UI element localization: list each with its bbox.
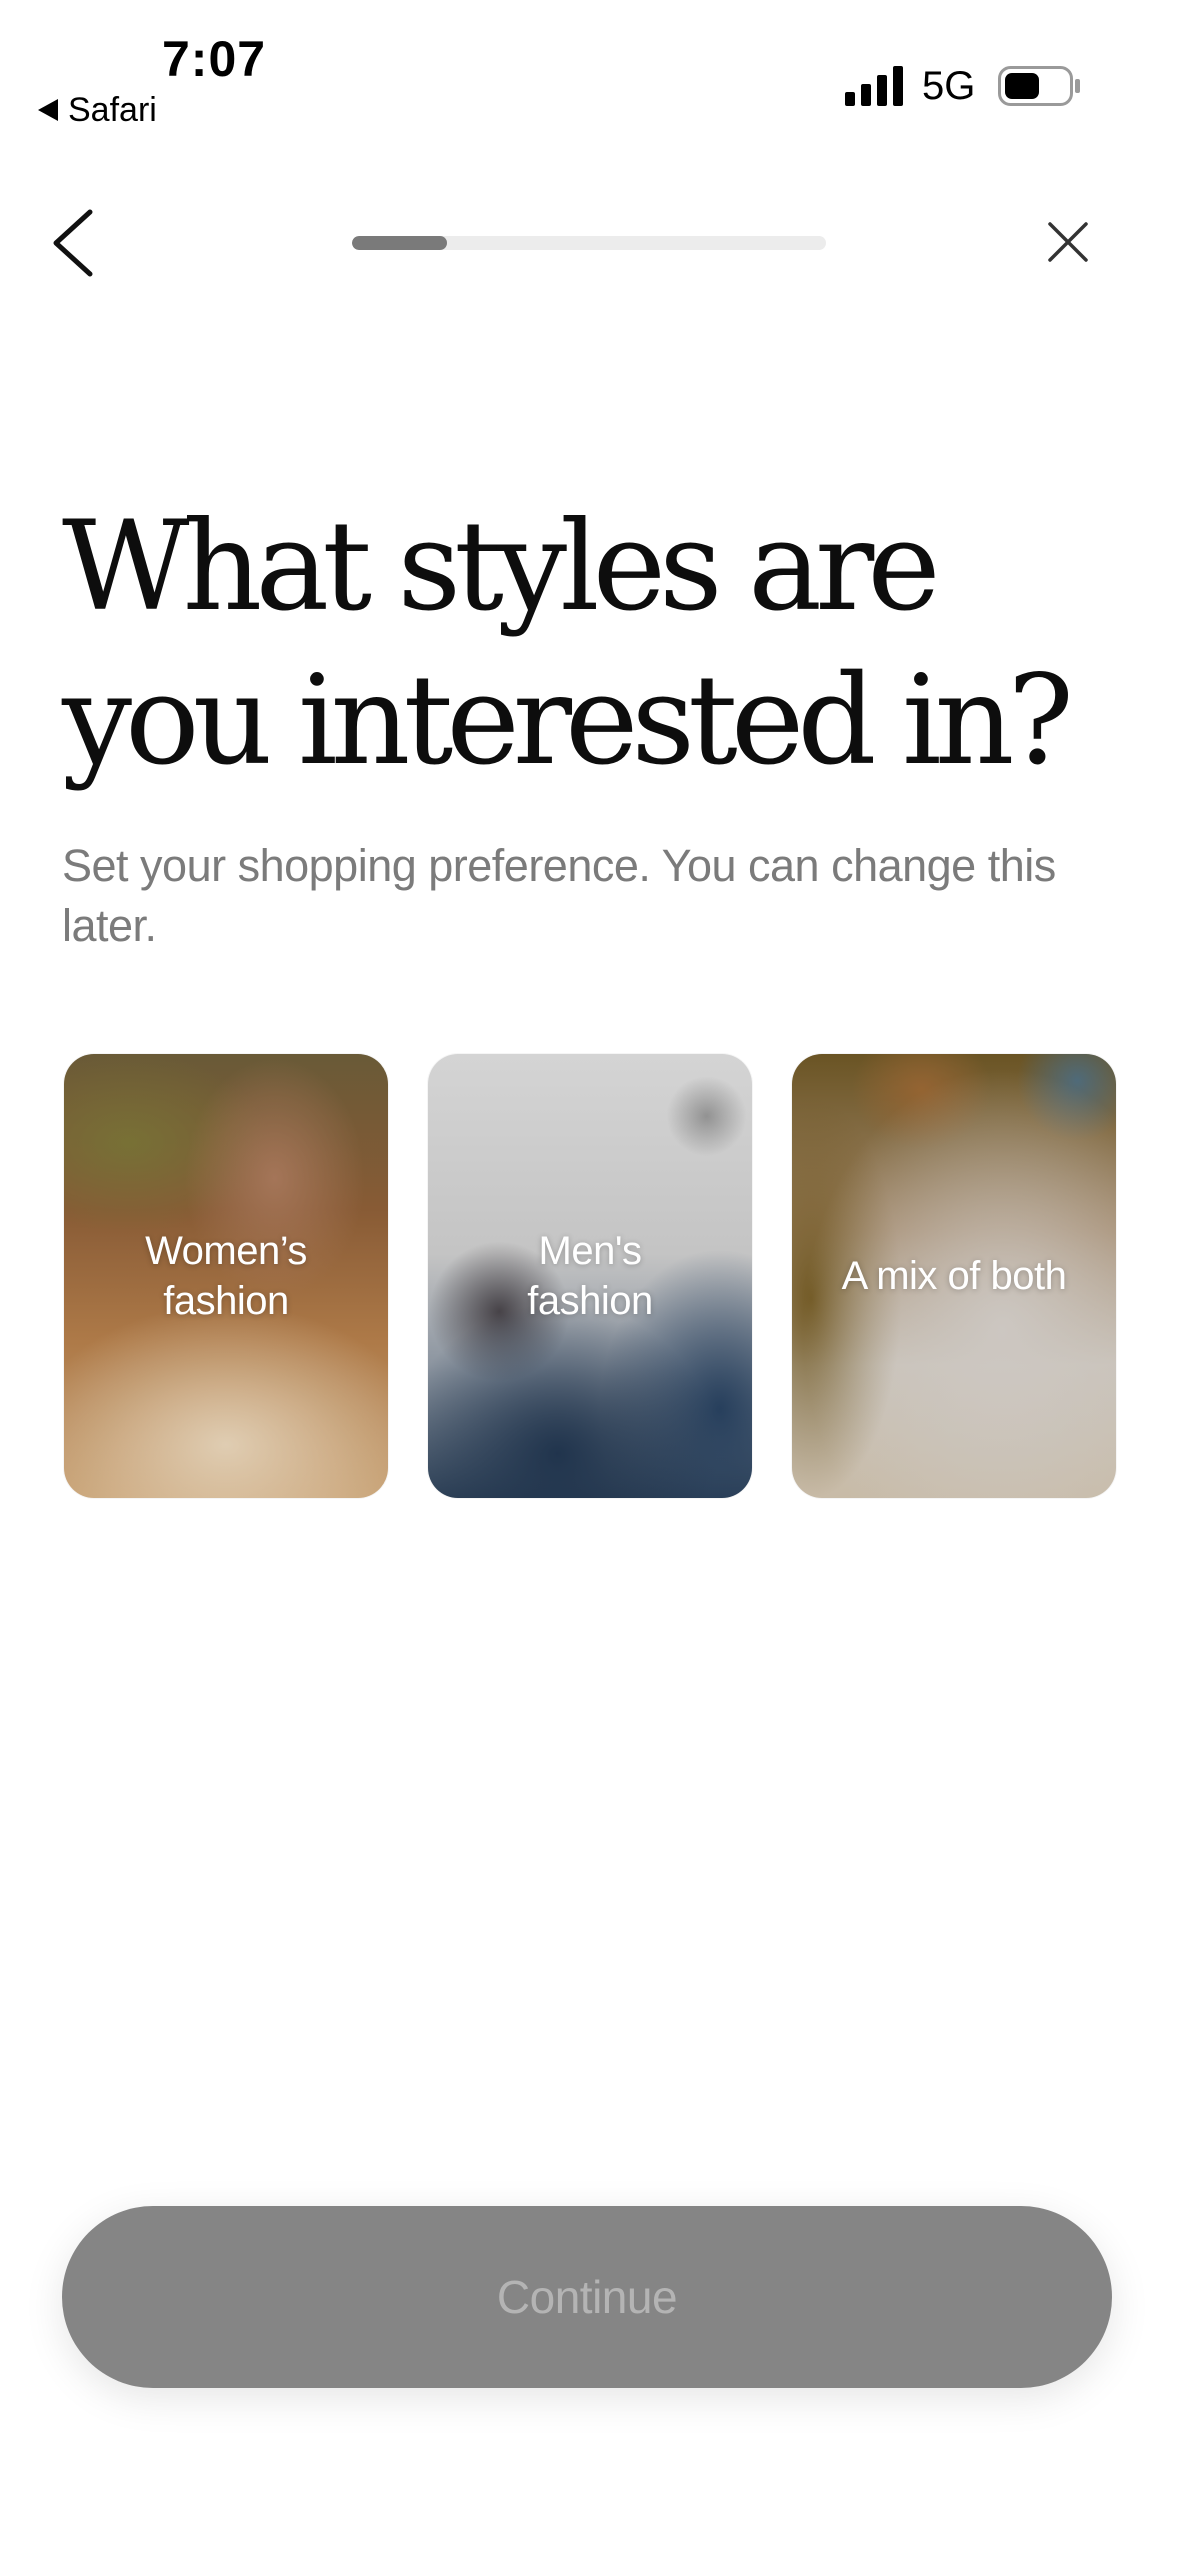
cellular-signal-icon bbox=[845, 66, 903, 106]
close-icon bbox=[1048, 222, 1088, 262]
option-mix-of-both[interactable]: A mix of both bbox=[792, 1054, 1116, 1498]
style-options: Women’s fashion Men's fashion A mix of b… bbox=[64, 1054, 1116, 1498]
back-to-safari[interactable]: Safari bbox=[38, 90, 157, 130]
chevron-left-icon bbox=[53, 209, 93, 277]
option-label: A mix of both bbox=[841, 1254, 1067, 1298]
continue-button[interactable]: Continue bbox=[62, 2206, 1112, 2388]
page-title: What styles are you interested in? bbox=[62, 495, 1074, 793]
close-button[interactable] bbox=[1038, 212, 1098, 272]
network-label: 5G bbox=[922, 64, 976, 108]
option-label: Men's fashion bbox=[527, 1229, 653, 1323]
progress-bar bbox=[352, 236, 826, 250]
back-triangle-icon bbox=[38, 99, 58, 121]
back-button[interactable] bbox=[48, 208, 108, 278]
status-time: 7:07 bbox=[162, 31, 267, 87]
progress-fill bbox=[352, 236, 447, 250]
option-mens-fashion[interactable]: Men's fashion bbox=[428, 1054, 752, 1498]
option-label: Women’s fashion bbox=[145, 1229, 307, 1323]
battery-icon bbox=[998, 66, 1080, 106]
back-app-label: Safari bbox=[68, 90, 157, 129]
option-womens-fashion[interactable]: Women’s fashion bbox=[64, 1054, 388, 1498]
page-subtitle: Set your shopping preference. You can ch… bbox=[62, 840, 1056, 951]
